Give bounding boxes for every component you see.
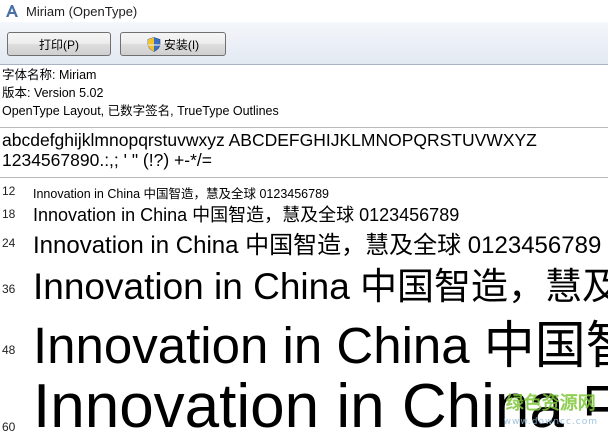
uac-shield-icon	[147, 36, 161, 52]
sample-row-24: 24 Innovation in China 中国智造，慧及全球 0123456…	[0, 225, 608, 259]
sample-text: Innovation in China 中国智造，慧及全球 0123456789	[33, 317, 608, 368]
size-label: 18	[2, 207, 16, 221]
charset-digits-symbols: 1234567890.:,; ' " (!?) +-*/=	[2, 150, 212, 170]
sample-text: Innovation in China 中国智造，慧及全球 0123456789	[33, 266, 608, 306]
character-set-preview: abcdefghijklmnopqrstuvwxyz ABCDEFGHIJKLM…	[2, 130, 608, 170]
sample-text: Innovation in China 中国智造，慧及全球 0123456789	[33, 232, 602, 259]
size-label: 24	[2, 236, 16, 250]
divider	[0, 177, 608, 178]
font-version: 版本: Version 5.02	[2, 86, 104, 100]
install-button-label: 安装(I)	[163, 37, 200, 52]
sample-text: Innovation in China 中国智造，慧及全球 0123456789	[33, 187, 329, 201]
toolbar: 打印(P) 安装(I)	[0, 22, 608, 65]
watermark-subtext: www.downcc.com	[503, 417, 598, 427]
window-title: Miriam (OpenType)	[26, 3, 138, 19]
font-info: 字体名称: Miriam 版本: Version 5.02 OpenType L…	[2, 66, 606, 120]
font-format: OpenType Layout, 已数字签名, TrueType Outline…	[2, 104, 279, 118]
sample-row-12: 12 Innovation in China 中国智造，慧及全球 0123456…	[0, 181, 608, 201]
install-button[interactable]: 安装(I)	[120, 32, 226, 56]
divider	[0, 127, 608, 128]
font-a-icon	[6, 5, 18, 17]
sample-row-48: 48 Innovation in China 中国智造，慧及全球 0123456…	[0, 304, 608, 368]
watermark-text: 绿色资源网	[505, 393, 596, 414]
sample-row-18: 18 Innovation in China 中国智造，慧及全球 0123456…	[0, 201, 608, 227]
watermark-logo: 绿色资源网 www.downcc.com	[504, 395, 598, 431]
sample-text: Innovation in China 中国智造，慧及全球 0123456789	[33, 205, 460, 225]
size-label: 12	[2, 184, 16, 198]
title-bar: Miriam (OpenType)	[0, 0, 608, 22]
sample-row-36: 36 Innovation in China 中国智造，慧及全球 0123456…	[0, 256, 608, 306]
print-button[interactable]: 打印(P)	[7, 32, 111, 56]
size-label: 60	[2, 420, 16, 434]
size-label: 36	[2, 282, 16, 296]
charset-letters: abcdefghijklmnopqrstuvwxyz ABCDEFGHIJKLM…	[2, 130, 537, 150]
font-name: 字体名称: Miriam	[2, 68, 97, 82]
size-label: 48	[2, 343, 16, 357]
